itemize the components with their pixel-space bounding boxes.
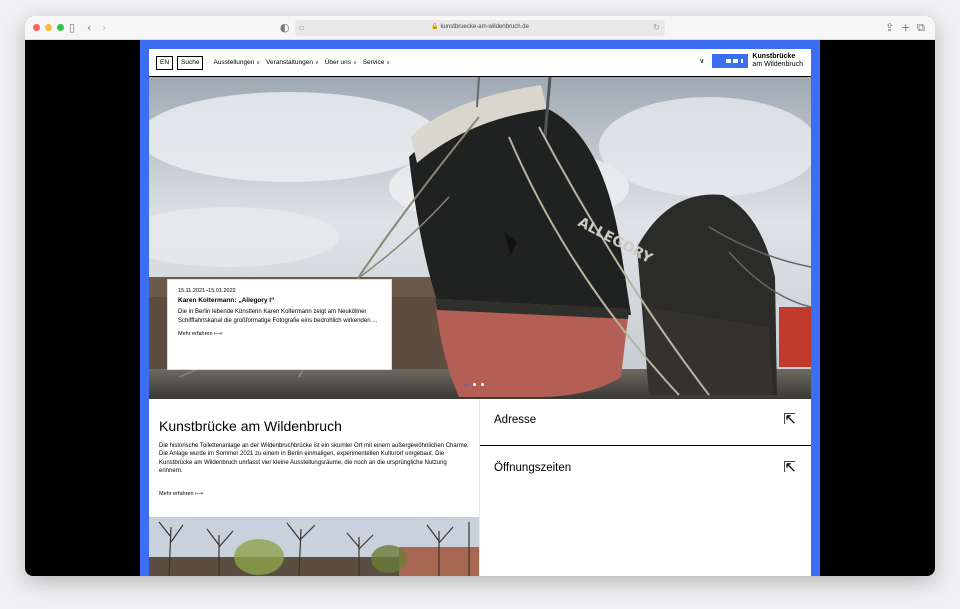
lock-icon: 🔒 xyxy=(431,24,439,30)
arrow-right-icon: ⟼ xyxy=(214,331,222,337)
window-controls xyxy=(33,24,64,31)
chevron-down-icon: ∨ xyxy=(386,60,391,66)
address-bar[interactable]: ▫ 🔒 kunstbruecke-am-wildenbruch.de ↻ xyxy=(295,20,665,36)
about-text: Die historische Toilettenanlage an der W… xyxy=(159,443,469,474)
nav-item-label: Veranstaltungen xyxy=(265,59,313,66)
exhibition-card[interactable]: 15.11.2021–15.01.2022 Karen Koltermann: … xyxy=(167,279,392,370)
address-label: Adresse xyxy=(494,414,537,426)
arrow-up-left-icon: ⇱ xyxy=(783,458,796,476)
slider-dots xyxy=(465,383,484,386)
more-link-label: Mehr erfahren xyxy=(159,491,194,497)
browser-toolbar: ▯ ‹ › ◐ ▫ 🔒 kunstbruecke-am-wildenbruch.d… xyxy=(25,16,935,40)
close-window-button[interactable] xyxy=(33,24,40,31)
url-text: kunstbruecke-am-wildenbruch.de xyxy=(440,24,529,30)
logo-line-1: Kunstbrücke xyxy=(752,53,796,60)
nav-item-ausstellungen[interactable]: Ausstellungen ∨ xyxy=(213,59,260,66)
language-button[interactable]: EN xyxy=(156,55,174,70)
about-title: Kunstbrücke am Wildenbruch xyxy=(159,418,342,434)
main-navigation: EN Suche Ausstellungen ∨ Veranstaltungen ∨… xyxy=(149,49,811,77)
chevron-down-icon[interactable]: ∨ xyxy=(699,57,704,65)
opening-hours-label: Öffnungszeiten xyxy=(494,462,572,474)
slider-dot[interactable] xyxy=(473,383,476,386)
more-link-label: Mehr erfahren xyxy=(178,331,213,337)
maximize-window-button[interactable] xyxy=(57,24,64,31)
info-section: Adresse ⇱ Öffnungszeiten ⇱ xyxy=(479,399,811,576)
logo-area: ∨ Kunstbrücke am Wildenbruch xyxy=(699,53,803,69)
forward-icon[interactable]: › xyxy=(102,20,106,36)
address-row[interactable]: Adresse ⇱ xyxy=(480,399,811,446)
exhibition-title[interactable]: Karen Koltermann: „Allegory I“ xyxy=(178,297,381,304)
more-link[interactable]: Mehr erfahren ⟼ xyxy=(178,331,381,337)
slider-dot[interactable] xyxy=(465,383,468,386)
logo-icon[interactable] xyxy=(712,54,749,68)
nav-item-ueber-uns[interactable]: Über uns ∨ xyxy=(325,59,357,66)
nav-item-label: Über uns xyxy=(324,59,352,66)
hero-slider[interactable]: ALLEGORY 15.11.2021–15.01.2022 Karen Kol… xyxy=(149,77,811,399)
bridge-image xyxy=(149,517,479,576)
arrow-up-left-icon: ⇱ xyxy=(783,410,796,428)
nav-item-label: Ausstellungen xyxy=(213,59,255,66)
nav-item-veranstaltungen[interactable]: Veranstaltungen ∨ xyxy=(266,59,319,66)
search-button[interactable]: Suche xyxy=(177,55,204,70)
plus-icon[interactable]: + xyxy=(901,20,910,36)
about-section: Kunstbrücke am Wildenbruch Die historisc… xyxy=(149,399,479,576)
exhibition-date: 15.11.2021–15.01.2022 xyxy=(178,288,236,294)
nav-item-label: Service xyxy=(362,59,385,66)
page-frame: EN Suche Ausstellungen ∨ Veranstaltungen ∨… xyxy=(140,40,820,576)
chevron-down-icon: ∨ xyxy=(314,60,319,66)
sidebar-icon[interactable]: ▯ xyxy=(69,20,75,36)
shield-icon[interactable]: ◐ xyxy=(280,20,290,36)
chevron-down-icon: ∨ xyxy=(256,60,260,66)
chevron-down-icon: ∨ xyxy=(353,60,357,66)
share-icon[interactable]: ⇪ xyxy=(885,20,894,36)
site-logo[interactable]: Kunstbrücke am Wildenbruch xyxy=(752,53,803,69)
browser-window: ▯ ‹ › ◐ ▫ 🔒 kunstbruecke-am-wildenbruch.d… xyxy=(25,16,935,576)
arrow-right-icon: ⟼ xyxy=(195,491,203,497)
nav-item-service[interactable]: Service ∨ xyxy=(363,59,390,66)
website: EN Suche Ausstellungen ∨ Veranstaltungen ∨… xyxy=(149,49,811,576)
tabs-icon[interactable]: ⧉ xyxy=(917,20,925,36)
exhibition-description: Die in Berlin lebende Künstlerin Karen K… xyxy=(178,309,378,324)
minimize-window-button[interactable] xyxy=(45,24,52,31)
logo-line-2: am Wildenbruch xyxy=(752,61,803,68)
opening-hours-row[interactable]: Öffnungszeiten ⇱ xyxy=(480,447,811,494)
about-more-link[interactable]: Mehr erfahren ⟼ xyxy=(159,491,203,497)
back-icon[interactable]: ‹ xyxy=(87,20,91,36)
reload-icon[interactable]: ↻ xyxy=(653,20,660,36)
slider-dot[interactable] xyxy=(481,383,484,386)
bridge-photo xyxy=(149,517,479,576)
